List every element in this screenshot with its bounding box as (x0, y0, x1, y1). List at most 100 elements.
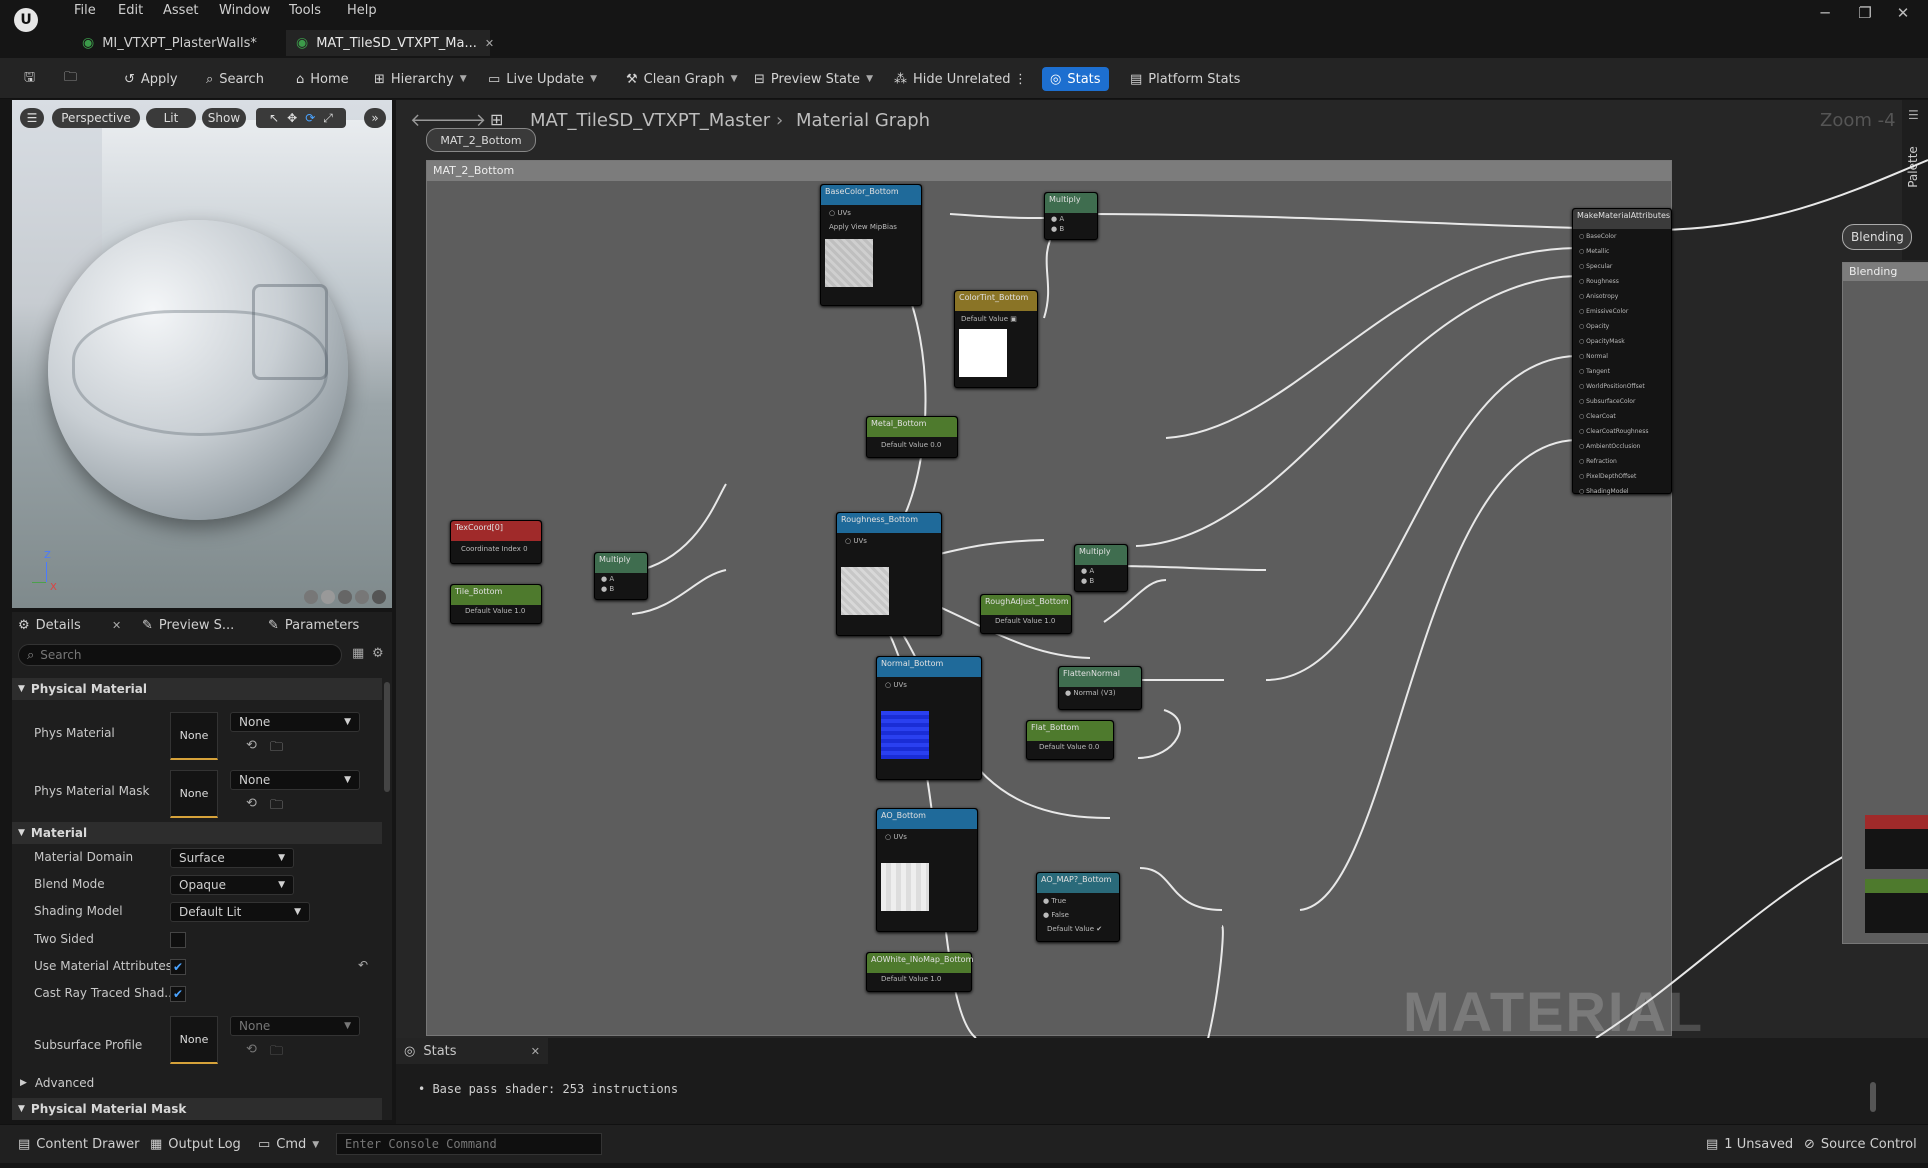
restore-icon[interactable]: ❐ (1850, 4, 1880, 22)
use-selected-icon[interactable]: ⟲ (246, 738, 257, 753)
attribute-pin[interactable]: ○ AmbientOcclusion (1579, 443, 1640, 450)
pin-uvs[interactable]: ○ UVs (885, 681, 907, 689)
expand-icon[interactable]: » (364, 108, 386, 128)
home-button[interactable]: ⌂ Home (296, 67, 349, 91)
attribute-pin[interactable]: ○ PixelDepthOffset (1579, 473, 1636, 480)
menu-help[interactable]: Help (347, 3, 377, 18)
tab-parameters[interactable]: ✎ Parameters (268, 618, 359, 633)
details-scrollbar[interactable] (384, 682, 390, 792)
pin-false[interactable]: ● False (1043, 911, 1069, 919)
pin-coordinate-index[interactable]: Coordinate Index 0 (461, 545, 528, 553)
pin-default-value[interactable]: Default Value 0.0 (1039, 743, 1099, 751)
console-command-input[interactable]: Enter Console Command (336, 1133, 602, 1155)
pin-default-value[interactable]: Default Value 1.0 (995, 617, 1055, 625)
attribute-pin[interactable]: ○ ClearCoat (1579, 413, 1616, 420)
platform-stats-button[interactable]: ▤ Platform Stats (1130, 67, 1240, 91)
close-stats-icon[interactable]: ✕ (531, 1045, 540, 1058)
clean-graph-button[interactable]: ⚒ Clean Graph ▼ (626, 67, 737, 91)
pin-a[interactable]: ● A (601, 575, 614, 583)
pin-b[interactable]: ● B (601, 585, 614, 593)
browse-folder-icon[interactable]: 🗀 (270, 796, 283, 818)
blending-comment-box[interactable]: Blending (1842, 262, 1928, 944)
cylinder-icon[interactable] (304, 590, 318, 604)
subsurface-profile-combo[interactable]: None ▼ (230, 1016, 360, 1036)
attribute-pin[interactable]: ○ Opacity (1579, 323, 1609, 330)
perspective-button[interactable]: Perspective (52, 108, 140, 128)
pin-default-value[interactable]: Default Value 0.0 (881, 441, 941, 449)
reset-to-default-icon[interactable]: ↶ (358, 958, 368, 972)
cmd-button[interactable]: ▭ Cmd ▼ (258, 1137, 319, 1152)
content-drawer-button[interactable]: ▤ Content Drawer (18, 1137, 139, 1152)
minimize-icon[interactable]: ─ (1810, 4, 1840, 22)
node-ao-bottom[interactable]: AO_Bottom ○ UVs (876, 808, 978, 932)
use-material-attributes-checkbox[interactable]: ✔ (170, 959, 186, 975)
node-multiply-uv[interactable]: Multiply ● A ● B (594, 552, 648, 600)
attribute-pin[interactable]: ○ Specular (1579, 263, 1612, 270)
close-details-icon[interactable]: ✕ (112, 619, 121, 632)
browse-icon[interactable]: 🗀 (64, 67, 77, 91)
phys-material-mask-thumbnail[interactable]: None (170, 770, 218, 818)
pin-a[interactable]: ● A (1081, 567, 1094, 575)
use-selected-icon[interactable]: ⟲ (246, 796, 257, 811)
material-graph[interactable]: 🡐 🡒 ⊞ MAT_TileSD_VTXPT_Master › Material… (396, 100, 1928, 1038)
preview-viewport[interactable]: ☰ Perspective Lit Show ↖ ✥ ⟳ ⤢ » Z X (12, 100, 392, 608)
section-advanced[interactable]: ▶ Advanced (12, 1072, 382, 1094)
tab-material-instance[interactable]: ◉ MI_VTXPT_PlasterWalls* (72, 30, 284, 56)
attribute-pin[interactable]: ○ Normal (1579, 353, 1608, 360)
details-search-input[interactable]: ⌕ Search (18, 644, 342, 666)
attribute-pin[interactable]: ○ ShadingModel (1579, 488, 1629, 495)
tab-material-master[interactable]: ◉ MAT_TileSD_VTXPT_Ma... ✕ (286, 30, 494, 56)
section-physical-material-mask[interactable]: ▼ Physical Material Mask (12, 1098, 382, 1120)
node-ao-map-switch[interactable]: AO_MAP?_Bottom ● True ● False Default Va… (1036, 872, 1120, 942)
show-button[interactable]: Show (202, 108, 246, 128)
node-roughness-bottom[interactable]: Roughness_Bottom ○ UVs (836, 512, 942, 636)
cast-ray-traced-checkbox[interactable]: ✔ (170, 986, 186, 1002)
node-tile-offscreen[interactable] (1865, 879, 1928, 933)
attribute-pin[interactable]: ○ Refraction (1579, 458, 1617, 465)
attribute-pin[interactable]: ○ BaseColor (1579, 233, 1616, 240)
pin-apply-view-mipbias[interactable]: Apply View MipBias (829, 223, 897, 231)
hierarchy-button[interactable]: ⊞ Hierarchy ▼ (374, 67, 467, 91)
close-tab-icon[interactable]: ✕ (485, 37, 494, 50)
live-update-button[interactable]: ▭ Live Update ▼ (488, 67, 597, 91)
menu-file[interactable]: File (74, 3, 96, 18)
preview-mesh-shapes[interactable] (304, 590, 386, 604)
pin-uvs[interactable]: ○ UVs (845, 537, 867, 545)
custom-mesh-icon[interactable] (372, 590, 386, 604)
table-view-icon[interactable]: ▦ (352, 646, 364, 661)
node-normal-bottom[interactable]: Normal_Bottom ○ UVs (876, 656, 982, 780)
transform-tools[interactable]: ↖ ✥ ⟳ ⤢ (256, 108, 346, 128)
attribute-pin[interactable]: ○ WorldPositionOffset (1579, 383, 1645, 390)
phys-material-combo[interactable]: None ▼ (230, 712, 360, 732)
close-window-icon[interactable]: ✕ (1888, 4, 1918, 22)
select-icon[interactable]: ↖ (269, 111, 279, 125)
stats-tab[interactable]: ◎ Stats ✕ (396, 1038, 548, 1064)
pin-true[interactable]: ● True (1043, 897, 1066, 905)
node-flattennormal[interactable]: FlattenNormal ● Normal (V3) (1058, 666, 1142, 710)
settings-gear-icon[interactable]: ⚙ (372, 646, 384, 661)
material-domain-combo[interactable]: Surface ▼ (170, 848, 294, 868)
sphere-icon[interactable] (321, 590, 335, 604)
more-options-icon[interactable]: ⋮ (1014, 67, 1027, 91)
attribute-pin[interactable]: ○ Roughness (1579, 278, 1619, 285)
pin-default-value[interactable]: Default Value ✔ (1047, 925, 1102, 933)
pin-default-value[interactable]: Default Value 1.0 (465, 607, 525, 615)
node-flat-bottom[interactable]: Flat_Bottom Default Value 0.0 (1026, 720, 1114, 760)
node-metal-bottom[interactable]: Metal_Bottom Default Value 0.0 (866, 416, 958, 458)
stats-scrollbar[interactable] (1870, 1082, 1876, 1112)
search-button[interactable]: ⌕ Search (206, 67, 264, 91)
apply-button[interactable]: ↺ Apply (124, 67, 178, 91)
attribute-pin[interactable]: ○ Tangent (1579, 368, 1610, 375)
rotate-icon[interactable]: ⟳ (305, 111, 315, 125)
cube-icon[interactable] (355, 590, 369, 604)
pin-normal[interactable]: ● Normal (V3) (1065, 689, 1116, 697)
unsaved-button[interactable]: ▤ 1 Unsaved (1706, 1137, 1793, 1152)
pin-default-value[interactable]: Default Value 1.0 (881, 975, 941, 983)
phys-material-mask-combo[interactable]: None ▼ (230, 770, 360, 790)
menu-asset[interactable]: Asset (163, 3, 199, 18)
browse-folder-icon[interactable]: 🗀 (270, 1042, 283, 1064)
two-sided-checkbox[interactable] (170, 932, 186, 948)
pin-a[interactable]: ● A (1051, 215, 1064, 223)
attribute-pin[interactable]: ○ ClearCoatRoughness (1579, 428, 1648, 435)
use-selected-icon[interactable]: ⟲ (246, 1042, 257, 1057)
